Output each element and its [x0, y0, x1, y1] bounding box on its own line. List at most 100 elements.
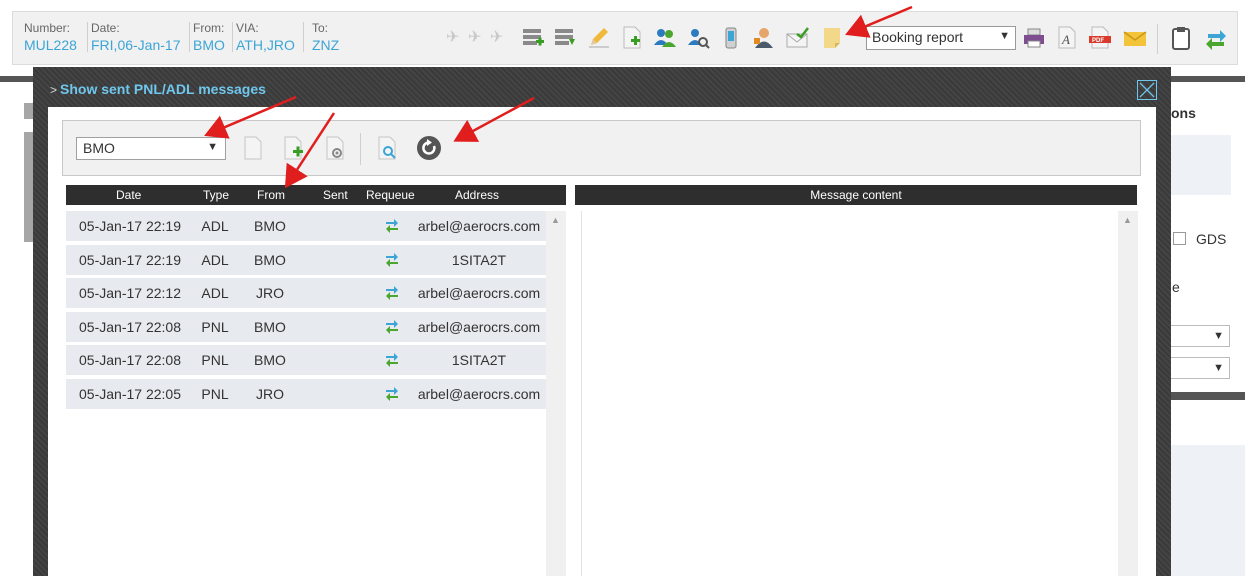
- close-icon: [1139, 82, 1155, 98]
- mobile-icon[interactable]: [719, 25, 743, 51]
- plane-icon[interactable]: ✈: [446, 29, 459, 47]
- table-row[interactable]: 05-Jan-17 22:19 ADL BMO 1SITA2T: [66, 245, 546, 275]
- background-heading: ons: [1171, 105, 1196, 121]
- messages-toolbar: BMO ▼: [62, 120, 1141, 176]
- modal-title[interactable]: > Show sent PNL/ADL messages: [50, 81, 266, 97]
- messages-table-body: 05-Jan-17 22:19 ADL BMO arbel@aerocrs.com 05…: [66, 211, 566, 576]
- add-segment-icon[interactable]: [521, 25, 545, 51]
- flight-date-label: Date:: [91, 21, 120, 35]
- report-select[interactable]: Booking report ▼: [866, 26, 1016, 50]
- row-from: BMO: [254, 352, 286, 368]
- requeue-icon[interactable]: [384, 217, 400, 233]
- row-date: 05-Jan-17 22:19: [79, 218, 181, 234]
- chevron-down-icon: ▼: [999, 30, 1010, 42]
- table-row[interactable]: 05-Jan-17 22:19 ADL BMO arbel@aerocrs.com: [66, 211, 546, 241]
- users-icon[interactable]: [653, 25, 677, 51]
- report-select-value: Booking report: [872, 29, 964, 45]
- flight-header: Number: MUL228 Date: FRI,06-Jan-17 From:…: [12, 11, 1238, 65]
- row-from: JRO: [256, 285, 284, 301]
- message-content-area[interactable]: ▲: [581, 211, 1138, 576]
- background-select[interactable]: ▼: [1170, 357, 1230, 379]
- row-type: ADL: [201, 285, 229, 301]
- requeue-icon[interactable]: [384, 351, 400, 367]
- column-sent[interactable]: Sent: [323, 188, 348, 202]
- column-address[interactable]: Address: [455, 188, 499, 202]
- mail-icon[interactable]: [1123, 25, 1147, 51]
- background-select[interactable]: ▼: [1170, 325, 1230, 347]
- refresh-button[interactable]: [416, 134, 442, 162]
- add-document-icon[interactable]: [620, 25, 644, 51]
- divider: [87, 22, 88, 52]
- note-icon[interactable]: [820, 25, 844, 51]
- document-settings-icon[interactable]: [322, 134, 348, 162]
- row-date: 05-Jan-17 22:08: [79, 352, 181, 368]
- requeue-icon[interactable]: [384, 251, 400, 267]
- add-document-icon[interactable]: [280, 134, 306, 162]
- user-search-icon[interactable]: [686, 25, 710, 51]
- plane-icon[interactable]: ✈: [468, 29, 481, 47]
- row-date: 05-Jan-17 22:12: [79, 285, 181, 301]
- scroll-up-icon[interactable]: ▲: [1123, 215, 1132, 225]
- row-date: 05-Jan-17 22:08: [79, 319, 181, 335]
- font-icon[interactable]: A: [1055, 25, 1079, 51]
- new-document-icon[interactable]: [240, 134, 266, 162]
- background-label: e: [1172, 279, 1180, 295]
- table-row[interactable]: 05-Jan-17 22:05 PNL JRO arbel@aerocrs.com: [66, 379, 546, 409]
- row-type: PNL: [201, 386, 229, 402]
- scroll-up-icon[interactable]: ▲: [551, 215, 560, 225]
- gds-checkbox[interactable]: [1173, 232, 1186, 245]
- chevron-down-icon: ▼: [1213, 362, 1224, 374]
- flight-number-value: MUL228: [24, 37, 77, 53]
- requeue-icon[interactable]: [384, 385, 400, 401]
- table-row[interactable]: 05-Jan-17 22:12 ADL JRO arbel@aerocrs.com: [66, 278, 546, 308]
- content-scrollbar[interactable]: ▲: [1118, 211, 1138, 576]
- flight-from-label: From:: [193, 21, 225, 35]
- message-content-header: Message content: [575, 185, 1137, 205]
- requeue-icon[interactable]: [384, 284, 400, 300]
- edit-icon[interactable]: [587, 25, 611, 51]
- row-address: arbel@aerocrs.com: [417, 386, 541, 402]
- clipboard-icon[interactable]: [1169, 25, 1193, 51]
- table-row[interactable]: 05-Jan-17 22:08 PNL BMO arbel@aerocrs.com: [66, 312, 546, 342]
- chevron-down-icon: ▼: [207, 141, 218, 153]
- row-date: 05-Jan-17 22:05: [79, 386, 181, 402]
- pdf-icon[interactable]: PDF: [1088, 25, 1112, 51]
- svg-text:PDF: PDF: [1092, 38, 1104, 44]
- transfer-icon[interactable]: [1204, 25, 1228, 51]
- divider: [303, 22, 304, 52]
- column-from[interactable]: From: [257, 188, 285, 202]
- list-scrollbar[interactable]: ▲: [546, 211, 566, 576]
- airport-select[interactable]: BMO ▼: [76, 137, 226, 160]
- divider: [360, 133, 361, 165]
- row-date: 05-Jan-17 22:19: [79, 252, 181, 268]
- background-panel: [1171, 135, 1231, 195]
- messages-table-header: Date Type From Sent Requeue Address: [66, 185, 566, 205]
- requeue-icon[interactable]: [384, 318, 400, 334]
- row-from: BMO: [254, 218, 286, 234]
- refresh-icon: [417, 136, 441, 160]
- column-requeue[interactable]: Requeue: [366, 188, 415, 202]
- row-type: PNL: [201, 319, 229, 335]
- gds-label: GDS: [1196, 231, 1227, 247]
- remove-segment-icon[interactable]: [553, 25, 577, 51]
- row-address: arbel@aerocrs.com: [417, 218, 541, 234]
- message-content-title: Message content: [810, 188, 902, 202]
- column-date[interactable]: Date: [116, 188, 141, 202]
- agent-icon[interactable]: [752, 25, 776, 51]
- envelope-check-icon[interactable]: [785, 25, 809, 51]
- flight-from-value: BMO: [193, 37, 225, 53]
- divider: [189, 22, 190, 52]
- printer-icon[interactable]: [1022, 25, 1046, 51]
- flight-via-value: ATH,JRO: [236, 37, 295, 53]
- document-search-icon[interactable]: [374, 134, 400, 162]
- expand-chevron: >: [50, 83, 58, 97]
- flight-number-field: Number: MUL228: [24, 21, 77, 54]
- background-panel: [1171, 445, 1245, 576]
- column-type[interactable]: Type: [203, 188, 229, 202]
- plane-icon[interactable]: ✈: [490, 29, 503, 47]
- close-button[interactable]: [1137, 80, 1157, 100]
- row-from: BMO: [254, 252, 286, 268]
- row-address: 1SITA2T: [451, 352, 507, 368]
- table-row[interactable]: 05-Jan-17 22:08 PNL BMO 1SITA2T: [66, 345, 546, 375]
- divider: [232, 22, 233, 52]
